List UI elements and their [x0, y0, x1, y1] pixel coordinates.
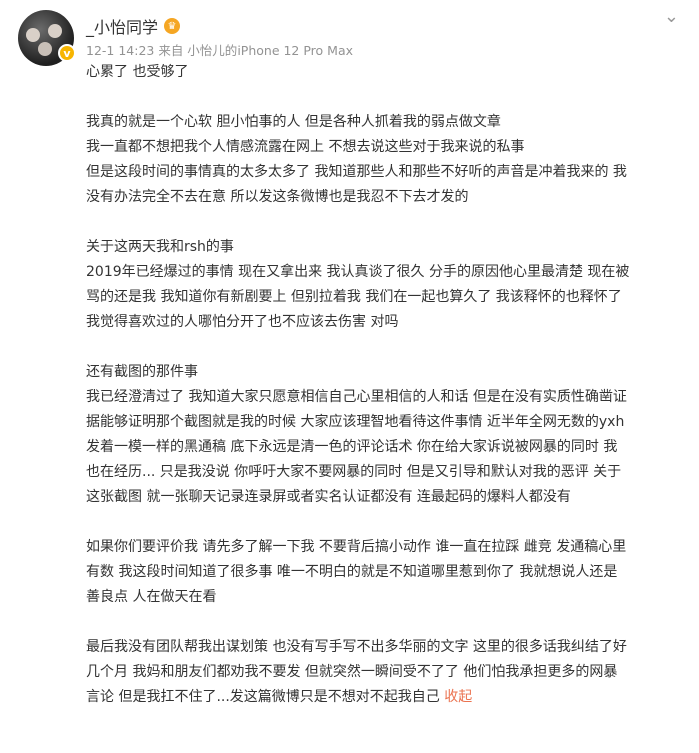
- post-line: 如果你们要评价我 请先多了解一下我 不要背后搞小动作 谁一直在拉踩 雌竞 发通稿…: [86, 539, 627, 555]
- chevron-down-icon[interactable]: ⌄: [664, 6, 679, 27]
- verified-badge-icon: v: [58, 44, 76, 62]
- post-meta: 12-1 14:23 来自 小怡儿的iPhone 12 Pro Max: [86, 43, 354, 58]
- user-header: _小怡同学 ♛: [86, 14, 181, 38]
- post-line: 我觉得喜欢过的人哪怕分开了也不应该去伤害 对吗: [86, 314, 399, 330]
- post-line: 2019年已经爆过的事情 现在又拿出来 我认真谈了很久 分手的原因他心里最清楚 …: [86, 264, 630, 280]
- post-line: 据能够证明那个截图就是我的时候 大家应该理智地看待这件事情 近半年全网无数的yx…: [86, 414, 625, 430]
- post-line: 没有办法完全不去在意 所以发这条微博也是我忍不下去才发的: [86, 189, 469, 205]
- post-line: 善良点 人在做天在看: [86, 589, 217, 605]
- post-line: 但是这段时间的事情真的太多太多了 我知道那些人和那些不好听的声音是冲着我来的 我: [86, 164, 627, 180]
- avatar-face-bottom: [38, 42, 52, 56]
- collapse-link[interactable]: 收起: [444, 689, 472, 705]
- post-line: 最后我没有团队帮我出谋划策 也没有写手写不出多华丽的文字 这里的很多话我纠结了好: [86, 639, 627, 655]
- post-line: 也在经历... 只是我没说 你呼吁大家不要网暴的同时 但是又引导和默认对我的恶评…: [86, 464, 622, 480]
- post-line: 有数 我这段时间知道了很多事 唯一不明白的就是不知道哪里惹到你了 我就想说人还是: [86, 564, 618, 580]
- avatar-face-left: [26, 28, 40, 42]
- post-line: 我已经澄清过了 我知道大家只愿意相信自己心里相信的人和话 但是在没有实质性确凿证: [86, 389, 627, 405]
- post-line: 这张截图 就一张聊天记录连录屏或者实名认证都没有 连最起码的爆料人都没有: [86, 489, 571, 505]
- vip-crown-icon: ♛: [164, 18, 181, 34]
- post-line: 我真的就是一个心软 胆小怕事的人 但是各种人抓着我的弱点做文章: [86, 114, 501, 130]
- post-line: 骂的还是我 我知道你有新剧要上 但别拉着我 我们在一起也算久了 我该释怀的也释怀…: [86, 289, 622, 305]
- user-name[interactable]: _小怡同学: [86, 14, 158, 38]
- post-line: 我一直都不想把我个人情感流露在网上 不想去说这些对于我来说的私事: [86, 139, 525, 155]
- post-line: 关于这两天我和rsh的事: [86, 239, 234, 255]
- post-content: 心累了 也受够了 我真的就是一个心软 胆小怕事的人 但是各种人抓着我的弱点做文章…: [86, 60, 686, 710]
- post-line: 几个月 我妈和朋友们都劝我不要发 但就突然一瞬间受不了了 他们怕我承担更多的网暴: [86, 664, 618, 680]
- post-line: 发着一模一样的黑通稿 底下永远是清一色的评论话术 你在给大家诉说被网暴的同时 我: [86, 439, 618, 455]
- post-line-text: 言论 但是我扛不住了...发这篇微博只是不想对不起我自己: [86, 689, 445, 705]
- post-line: 心累了 也受够了: [86, 64, 189, 80]
- post-line: 还有截图的那件事: [86, 364, 198, 380]
- post-line: 言论 但是我扛不住了...发这篇微博只是不想对不起我自己 收起: [86, 685, 686, 710]
- avatar-face-right: [48, 24, 62, 38]
